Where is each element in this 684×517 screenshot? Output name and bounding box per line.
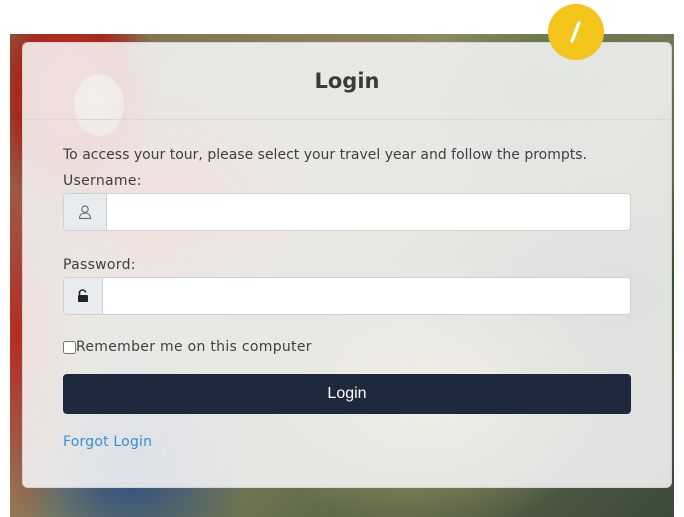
login-title: Login (314, 69, 380, 93)
remember-me-row[interactable]: Remember me on this computer (63, 339, 631, 355)
user-icon (64, 194, 107, 230)
forgot-login-link[interactable]: Forgot Login (63, 434, 152, 450)
remember-me-checkbox[interactable] (63, 340, 76, 354)
password-input-group (63, 277, 631, 315)
username-input[interactable] (107, 194, 630, 230)
intro-text: To access your tour, please select your … (63, 147, 587, 163)
username-input-group (63, 193, 631, 231)
page: Login To access your tour, please select… (0, 0, 684, 517)
remember-me-label: Remember me on this computer (76, 339, 312, 355)
login-card: Login To access your tour, please select… (22, 42, 672, 488)
username-label: Username: (63, 173, 142, 189)
password-input[interactable] (103, 278, 630, 314)
login-button[interactable]: Login (63, 374, 631, 414)
unlock-icon (64, 278, 103, 314)
password-label: Password: (63, 257, 136, 273)
pencil-slash-icon (570, 21, 581, 43)
edit-badge[interactable] (548, 4, 604, 60)
login-card-body: To access your tour, please select your … (23, 120, 671, 450)
